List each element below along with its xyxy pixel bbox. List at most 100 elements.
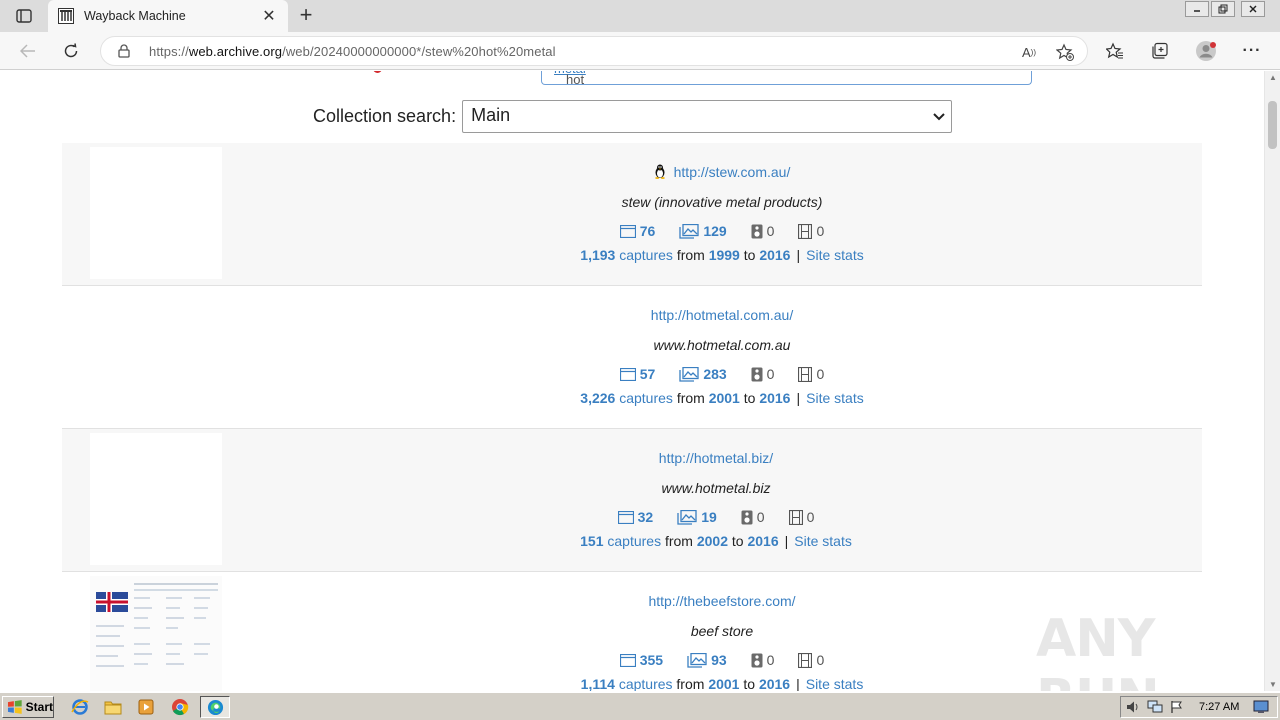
to-year[interactable]: 2016 (759, 247, 790, 263)
edge-taskbar-button[interactable] (200, 696, 230, 718)
separator: | (796, 676, 800, 691)
image-icon (679, 366, 699, 382)
lock-icon[interactable] (118, 44, 130, 61)
more-options-icon[interactable]: ··· (1241, 40, 1263, 62)
scroll-down-arrow-icon[interactable]: ▼ (1269, 680, 1277, 689)
address-bar[interactable]: https://web.archive.org/web/202400000000… (100, 36, 1088, 66)
volume-icon[interactable] (1123, 698, 1143, 716)
chrome-icon[interactable] (169, 697, 191, 717)
browser-toolbar: https://web.archive.org/web/202400000000… (0, 32, 1280, 70)
image-icon (679, 223, 699, 239)
profile-avatar-icon[interactable] (1195, 40, 1217, 62)
html-pages-count: 355 (639, 652, 664, 668)
site-thumbnail[interactable] (90, 147, 222, 279)
search-query-text: stew hot (566, 71, 593, 87)
close-window-button[interactable] (1241, 1, 1265, 17)
separator: | (784, 533, 789, 549)
wayback-logo-fragment (373, 71, 382, 73)
captures-count[interactable]: 151 (580, 533, 603, 549)
tab-close-icon[interactable]: ✕ (260, 6, 278, 26)
captures-count[interactable]: 3,226 (580, 390, 615, 406)
url-path: /web/20240000000000*/stew%20hot%20metal (282, 44, 556, 59)
start-button[interactable]: Start (2, 696, 54, 718)
tab-title: Wayback Machine (84, 9, 186, 23)
network-icon[interactable] (1145, 698, 1165, 716)
to-text: to (743, 247, 756, 263)
url-text[interactable]: https://web.archive.org/web/202400000000… (149, 44, 556, 59)
scrollbar-thumb[interactable] (1268, 101, 1277, 149)
page-content: stew hot metal Collection search: Main h… (0, 71, 1264, 691)
internet-explorer-icon[interactable] (69, 697, 91, 717)
result-stats: 355 93 0 0 (472, 652, 972, 668)
site-stats-link[interactable]: Site stats (806, 247, 864, 263)
html-page-icon (619, 367, 636, 381)
image-icon (687, 652, 707, 668)
from-year[interactable]: 2001 (708, 676, 739, 691)
chevron-down-icon (933, 110, 945, 124)
site-stats-link[interactable]: Site stats (794, 533, 852, 549)
taskbar-clock[interactable]: 7:27 AM (1199, 701, 1239, 713)
from-year[interactable]: 2001 (709, 390, 740, 406)
captures-count[interactable]: 1,114 (581, 676, 615, 691)
video-count: 0 (816, 366, 825, 382)
audio-speaker-icon (751, 367, 763, 381)
result-url-link[interactable]: http://hotmetal.com.au/ (651, 307, 793, 323)
refresh-icon (64, 43, 78, 58)
captures-link[interactable]: captures (607, 533, 661, 549)
to-year[interactable]: 2016 (747, 533, 778, 549)
html-page-icon (619, 224, 636, 238)
result-url-link[interactable]: http://thebeefstore.com/ (648, 593, 795, 609)
tab-actions-button[interactable] (8, 5, 40, 27)
from-year[interactable]: 2002 (697, 533, 728, 549)
media-player-icon[interactable] (135, 697, 157, 717)
file-explorer-icon[interactable] (102, 697, 124, 717)
captures-link[interactable]: captures (619, 390, 673, 406)
url-scheme: https:// (149, 44, 189, 59)
site-stats-link[interactable]: Site stats (806, 676, 864, 691)
captures-count[interactable]: 1,193 (580, 247, 615, 263)
audio-count: 0 (766, 223, 775, 239)
video-count: 0 (816, 223, 825, 239)
collections-icon[interactable] (1149, 40, 1171, 62)
result-captures: 3,226 captures from 2001 to 2016 | Site st… (472, 390, 972, 406)
captures-link[interactable]: captures (619, 247, 673, 263)
film-icon (798, 366, 813, 382)
restore-window-button[interactable] (1211, 1, 1235, 17)
refresh-button[interactable] (58, 38, 84, 64)
add-favorite-icon[interactable] (1055, 42, 1075, 62)
images-stat: 129 (679, 223, 727, 239)
result-url-link[interactable]: http://stew.com.au/ (674, 164, 791, 180)
edge-icon (207, 699, 224, 716)
browser-tab-active[interactable]: Wayback Machine ✕ (48, 0, 288, 32)
to-year[interactable]: 2016 (759, 676, 790, 691)
collection-select[interactable]: Main (462, 100, 953, 133)
show-desktop-icon[interactable] (1251, 698, 1271, 716)
result-stats: 32 19 0 0 (466, 509, 966, 525)
audio-speaker-icon (741, 510, 753, 524)
to-year[interactable]: 2016 (759, 390, 790, 406)
video-stat: 0 (798, 652, 824, 668)
site-thumbnail[interactable] (90, 433, 222, 565)
new-tab-button[interactable]: + (294, 4, 318, 28)
site-stats-link[interactable]: Site stats (806, 390, 864, 406)
result-title: stew (innovative metal products) (621, 194, 823, 210)
result-url-row: http://stew.com.au/ (472, 164, 972, 182)
read-aloud-icon[interactable]: A)) (1019, 42, 1039, 62)
result-title: www.hotmetal.com.au (653, 337, 791, 353)
page-scrollbar[interactable]: ▲ ▼ (1264, 71, 1280, 691)
from-year[interactable]: 1999 (709, 247, 740, 263)
scroll-up-arrow-icon[interactable]: ▲ (1269, 73, 1277, 82)
result-url-link[interactable]: http://hotmetal.biz/ (659, 450, 773, 466)
action-center-flag-icon[interactable] (1167, 698, 1187, 716)
result-url-row: http://hotmetal.com.au/ (472, 307, 972, 323)
favorites-icon[interactable] (1104, 40, 1126, 62)
minimize-window-button[interactable] (1185, 1, 1209, 17)
site-thumbnail[interactable] (90, 576, 222, 691)
captures-link[interactable]: captures (619, 676, 673, 691)
close-icon (1249, 5, 1257, 13)
images-count: 283 (703, 366, 727, 382)
restore-icon (1218, 4, 1228, 14)
thumbnail-screenshot-image (90, 576, 222, 691)
back-button[interactable] (15, 38, 41, 64)
wayback-search-input[interactable]: stew hot metal (541, 71, 1032, 87)
